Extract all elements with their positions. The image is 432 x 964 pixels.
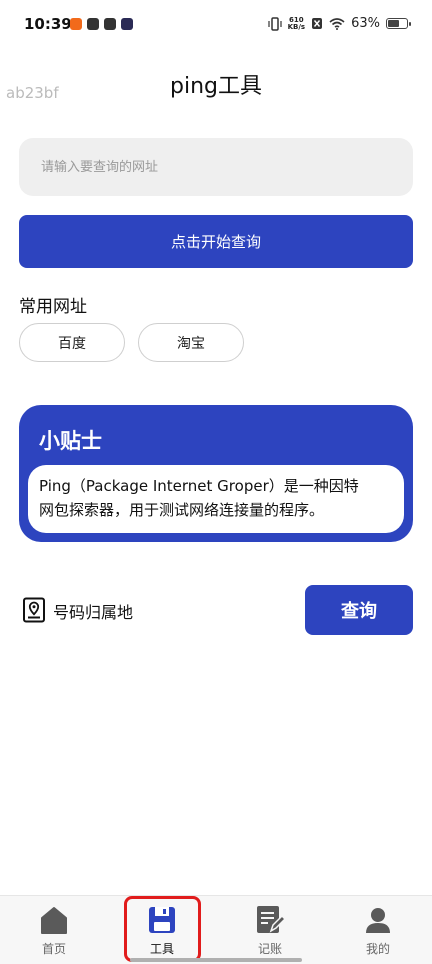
url-chip-taobao[interactable]: 淘宝 xyxy=(138,323,244,362)
phone-query-button[interactable]: 查询 xyxy=(305,585,413,635)
status-right: 610 KB/s 63% xyxy=(268,16,411,31)
nav-item-mine[interactable]: 我的 xyxy=(324,896,432,964)
home-indicator[interactable] xyxy=(130,958,302,962)
no-sim-icon xyxy=(312,18,323,29)
battery-fill xyxy=(388,20,399,27)
nav-label-accounting: 记账 xyxy=(257,942,282,956)
home-icon xyxy=(41,907,67,934)
location-pin-icon xyxy=(23,597,45,623)
start-query-button[interactable]: 点击开始查询 xyxy=(19,215,413,268)
battery-icon xyxy=(386,18,411,29)
bottom-nav: 首页 工具 记账 我的 xyxy=(0,895,432,964)
common-urls-title: 常用网址 xyxy=(19,297,87,317)
nav-label-home: 首页 xyxy=(41,942,66,956)
user-icon xyxy=(366,908,390,933)
status-time: 10:39 xyxy=(24,15,72,33)
network-speed: 610 KB/s xyxy=(287,16,306,31)
nav-item-home[interactable]: 首页 xyxy=(0,896,108,964)
screen: 10:39 610 KB/s 63% ab23bf ping工具 请输入要查询的… xyxy=(0,0,432,964)
tips-line-2: 网包探索器，用于测试网络连接量的程序。 xyxy=(39,501,325,519)
app-notification-icon xyxy=(70,18,82,30)
play-notification-icon xyxy=(121,18,133,30)
sync-notification-icon xyxy=(87,18,99,30)
nav-label-mine: 我的 xyxy=(365,942,390,956)
url-chip-baidu[interactable]: 百度 xyxy=(19,323,125,362)
tips-card: 小贴士 Ping（Package Internet Groper）是一种因特 网… xyxy=(19,405,413,542)
network-speed-unit: KB/s xyxy=(287,22,306,31)
battery-percent: 63% xyxy=(351,16,380,31)
page-title: ping工具 xyxy=(170,74,262,99)
tips-body: Ping（Package Internet Groper）是一种因特 网包探索器… xyxy=(28,465,404,533)
vibrate-icon xyxy=(268,16,282,31)
nav-item-accounting[interactable]: 记账 xyxy=(216,896,324,964)
tips-title: 小贴士 xyxy=(39,429,102,453)
phone-location-label: 号码归属地 xyxy=(53,603,134,622)
mail-notification-icon xyxy=(104,18,116,30)
tools-highlight-box xyxy=(124,896,201,962)
url-input[interactable] xyxy=(19,138,413,196)
wifi-icon xyxy=(329,17,345,30)
tips-line-1: Ping（Package Internet Groper）是一种因特 xyxy=(39,477,359,495)
status-bar: 10:39 610 KB/s 63% xyxy=(0,0,432,52)
notification-icons xyxy=(70,18,133,30)
edit-note-icon xyxy=(257,906,286,933)
